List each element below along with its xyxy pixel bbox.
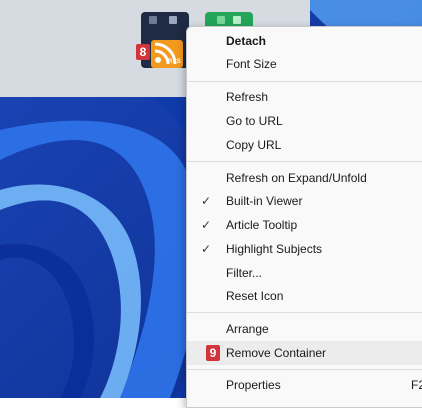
menu-item-copy-url[interactable]: Copy URL [187, 133, 422, 157]
checkmark-icon: ✓ [201, 242, 212, 256]
rss-label: RSS [168, 59, 181, 65]
menu-item-shortcut: F2 [411, 378, 422, 392]
context-menu: Detach Font Size Refresh Go to URL Copy … [186, 26, 422, 408]
tile-dot-icon [149, 16, 157, 24]
menu-item-label: Properties [226, 378, 281, 392]
menu-item-label: Reset Icon [226, 289, 284, 303]
menu-item-detach[interactable]: Detach [187, 29, 422, 53]
number-badge: 9 [206, 345, 220, 361]
menu-item-font-size[interactable]: Font Size [187, 52, 422, 76]
menu-item-label: Article Tooltip [226, 218, 298, 232]
menu-item-go-to-url[interactable]: Go to URL [187, 109, 422, 133]
menu-item-reset-icon[interactable]: Reset Icon [187, 284, 422, 308]
menu-separator [187, 161, 422, 162]
menu-item-label: Remove Container [226, 346, 327, 360]
menu-item-label: Highlight Subjects [226, 242, 323, 256]
menu-item-label: Refresh [226, 90, 269, 104]
menu-item-label: Font Size [226, 57, 277, 71]
tile-dot-icon [217, 16, 225, 24]
menu-item-label: Filter... [226, 266, 263, 280]
tile-square-icon [233, 16, 241, 24]
checkmark-icon: ✓ [201, 218, 212, 232]
menu-separator [187, 81, 422, 82]
menu-item-label: Copy URL [226, 138, 282, 152]
menu-item-arrange[interactable]: Arrange [187, 317, 422, 341]
menu-item-label: Arrange [226, 322, 269, 336]
menu-item-built-in-viewer[interactable]: ✓ Built-in Viewer [187, 189, 422, 213]
menu-item-properties[interactable]: Properties F2 [187, 373, 422, 397]
menu-item-article-tooltip[interactable]: ✓ Article Tooltip [187, 213, 422, 237]
menu-item-highlight-subjects[interactable]: ✓ Highlight Subjects [187, 237, 422, 261]
checkmark-icon: ✓ [201, 194, 212, 208]
menu-item-filter[interactable]: Filter... [187, 261, 422, 285]
menu-separator [187, 369, 422, 370]
menu-item-refresh[interactable]: Refresh [187, 85, 422, 109]
menu-item-refresh-on-expand[interactable]: Refresh on Expand/Unfold [187, 166, 422, 190]
number-badge: 8 [136, 44, 150, 60]
menu-item-remove-container[interactable]: 9 Remove Container [187, 341, 422, 365]
menu-item-label: Refresh on Expand/Unfold [226, 171, 367, 185]
tile-square-icon [169, 16, 177, 24]
menu-item-label: Built-in Viewer [226, 194, 303, 208]
menu-item-label: Go to URL [226, 114, 283, 128]
menu-separator [187, 312, 422, 313]
menu-item-label: Detach [226, 34, 267, 48]
